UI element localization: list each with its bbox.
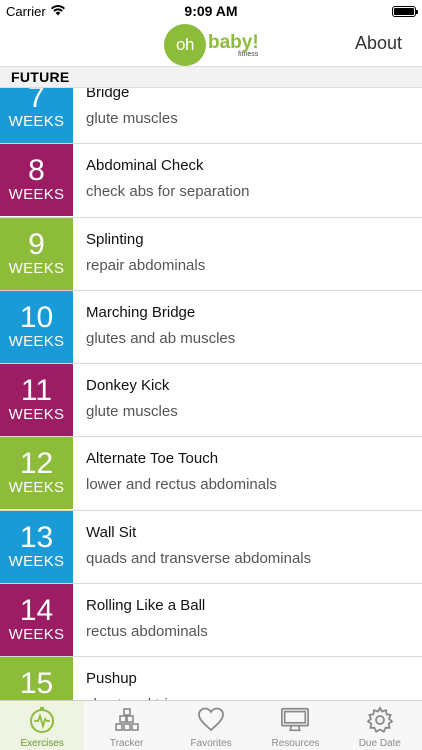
exercise-icon (27, 705, 57, 735)
exercise-title: Donkey Kick (86, 377, 170, 395)
tab-label: Favorites (190, 738, 232, 749)
week-number: 14 (19, 594, 54, 628)
exercise-row[interactable]: 15WEEKSPushupchest and triceps (0, 657, 422, 700)
logo-fitness: fitness (238, 50, 259, 58)
week-unit: WEEKS (8, 479, 65, 497)
monitor-icon (280, 705, 310, 735)
week-badge: 11 WEEKS (0, 364, 73, 437)
exercise-text: Abdominal Check check abs for separation (73, 144, 249, 216)
exercise-subtitle: glute muscles (86, 403, 178, 421)
tab-label: Tracker (109, 738, 144, 749)
exercise-text: Marching Bridge glutes and ab muscles (73, 291, 235, 363)
exercise-title: Alternate Toe Touch (86, 450, 219, 468)
carrier-label: Carrier (6, 3, 46, 19)
exercise-title: Pushup (86, 670, 137, 688)
heart-icon (196, 705, 226, 735)
week-number: 7 (28, 88, 45, 114)
tab-resources[interactable]: Resources (253, 701, 337, 750)
exercise-title: Bridge (86, 88, 130, 101)
week-badge: 15WEEKS (0, 657, 73, 700)
exercise-row[interactable]: 7 WEEKS Bridge glute muscles (0, 88, 422, 145)
exercise-title: Wall Sit (86, 523, 137, 541)
week-badge: 10 WEEKS (0, 290, 73, 363)
exercise-row[interactable]: 10 WEEKS Marching Bridge glutes and ab musc… (0, 290, 422, 365)
exercise-title: Marching Bridge (86, 303, 196, 321)
exercise-row[interactable]: 9 WEEKS Splinting repair abdominals (0, 217, 422, 291)
tab-label: Due Date (358, 738, 401, 749)
about-button[interactable]: About (355, 33, 402, 54)
tab-favorites[interactable]: Favorites (169, 701, 253, 750)
exercise-text: Bridge glute muscles (73, 88, 178, 143)
status-bar: Carrier 9:09 AM (0, 0, 422, 22)
exercise-subtitle: glutes and ab muscles (86, 329, 236, 347)
logo-circle: oh (164, 24, 206, 66)
wifi-icon (50, 4, 66, 19)
exercise-title: Abdominal Check (86, 157, 204, 175)
tab-tracker[interactable]: Tracker (84, 701, 168, 750)
exercise-list[interactable]: 7 WEEKS Bridge glute muscles 8 WEEKS Abdominal… (0, 88, 422, 700)
section-header: FUTURE (0, 66, 422, 88)
exercise-text: Splinting repair abdominals (73, 218, 205, 290)
exercise-row[interactable]: 14 WEEKS Rolling Like a Ball rectus abdomin… (0, 584, 422, 658)
week-number: 13 (19, 520, 54, 554)
exercise-text: Pushupchest and triceps (73, 657, 199, 700)
tab-bar: Exercises Tracker Favorites Resources Due Da… (0, 700, 422, 750)
week-unit: WEEKS (8, 626, 65, 644)
exercise-text: Wall Sit quads and transverse abdominals (73, 511, 311, 583)
battery-fill (394, 7, 414, 15)
exercise-row[interactable]: 11 WEEKS Donkey Kick glute muscles (0, 364, 422, 438)
battery-icon (392, 5, 418, 17)
week-badge: 12 WEEKS (0, 437, 73, 510)
week-badge: 14 WEEKS (0, 584, 73, 657)
exercise-row[interactable]: 13 WEEKS Wall Sit quads and transverse abdo… (0, 510, 422, 585)
exercise-title: Splinting (86, 230, 144, 248)
tab-due-date[interactable]: Due Date (338, 701, 422, 750)
week-number: 10 (19, 300, 54, 334)
exercise-list-content: 7 WEEKS Bridge glute muscles 8 WEEKS Abdominal… (0, 88, 422, 700)
exercise-subtitle: glute muscles (86, 110, 178, 127)
exercise-text: Donkey Kick glute muscles (73, 364, 178, 436)
exercise-subtitle: repair abdominals (86, 256, 206, 274)
week-badge: 13 WEEKS (0, 510, 73, 583)
week-unit: WEEKS (8, 259, 65, 277)
week-badge: 7 WEEKS (0, 88, 73, 143)
logo-wordmark: baby! fitness (208, 33, 259, 58)
logo-baby: baby! (208, 31, 259, 53)
exercise-text: Rolling Like a Ball rectus abdominals (73, 584, 208, 656)
tab-label: Exercises (20, 738, 64, 749)
week-number: 8 (28, 154, 45, 188)
week-badge: 9 WEEKS (0, 217, 73, 290)
exercise-row[interactable]: 8 WEEKS Abdominal Check check abs for separ… (0, 144, 422, 218)
week-number: 15 (19, 667, 54, 700)
week-number: 11 (20, 374, 53, 408)
exercise-subtitle: quads and transverse abdominals (86, 549, 312, 567)
exercise-row[interactable]: 12 WEEKS Alternate Toe Touch lower and rect… (0, 437, 422, 511)
week-unit: WEEKS (8, 186, 65, 204)
week-unit: WEEKS (8, 552, 65, 570)
exercise-title: Rolling Like a Ball (86, 597, 206, 615)
week-unit: WEEKS (8, 332, 65, 350)
week-unit: WEEKS (8, 406, 65, 424)
gear-icon (365, 705, 395, 735)
week-number: 12 (19, 447, 54, 481)
tab-exercises[interactable]: Exercises (0, 701, 85, 750)
status-left: Carrier (6, 4, 66, 19)
tab-label: Resources (271, 738, 320, 749)
exercise-subtitle: check abs for separation (86, 183, 250, 201)
app-logo: oh baby! fitness (164, 24, 259, 66)
week-unit: WEEKS (8, 113, 65, 130)
tracker-icon (112, 705, 142, 735)
exercise-text: Alternate Toe Touch lower and rectus abdo… (73, 437, 277, 509)
exercise-subtitle: lower and rectus abdominals (86, 476, 277, 494)
week-badge: 8 WEEKS (0, 144, 73, 217)
nav-bar: oh baby! fitness About (0, 22, 422, 66)
exercise-subtitle: rectus abdominals (86, 623, 208, 641)
week-number: 9 (28, 227, 45, 261)
